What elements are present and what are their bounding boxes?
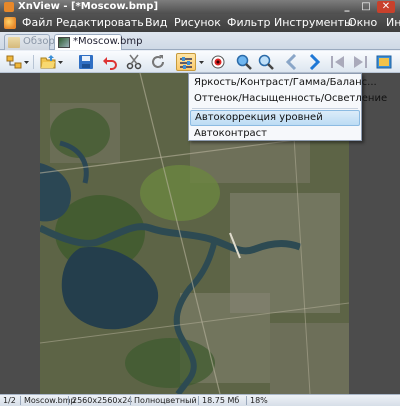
- workflow-icon[interactable]: [6, 54, 22, 70]
- open-folder-icon[interactable]: [40, 54, 56, 70]
- menu-info[interactable]: Инфо: [386, 16, 400, 29]
- minimize-button[interactable]: _: [338, 1, 356, 13]
- chevron-down-icon[interactable]: [58, 60, 63, 65]
- menu-edit[interactable]: Редактировать: [56, 16, 144, 29]
- toolbar: [0, 51, 400, 73]
- status-bar: 1/2 Moscow.bmp 2560x2560x24 Полноцветный…: [0, 394, 400, 406]
- status-divider: [130, 396, 131, 405]
- chevron-down-icon[interactable]: [199, 60, 204, 65]
- tab-image[interactable]: *Moscow.bmp: [54, 34, 142, 50]
- app-logo-icon: [4, 2, 14, 12]
- status-mode: Полноцветный: [134, 396, 197, 405]
- title-bar: XnView - [*Moscow.bmp] _ □ ✕: [0, 0, 400, 14]
- prev-icon[interactable]: [284, 54, 300, 70]
- status-divider: [20, 396, 21, 405]
- tab-bar: Обзор *Moscow.bmp: [0, 32, 400, 50]
- menu-bar: Файл Редактировать Вид Рисунок Фильтр Ин…: [0, 14, 400, 32]
- tab-browser-label: Обзор: [23, 36, 55, 47]
- adjust-icon[interactable]: [176, 53, 196, 71]
- refresh-icon[interactable]: [150, 54, 166, 70]
- menu-image[interactable]: Рисунок: [174, 16, 221, 29]
- first-icon[interactable]: [330, 54, 346, 70]
- menu-tools[interactable]: Инструменты: [274, 16, 353, 29]
- close-button[interactable]: ✕: [377, 1, 395, 13]
- folder-icon: [8, 37, 20, 48]
- toolbar-separator: [33, 55, 34, 69]
- zoom-out-icon[interactable]: [258, 54, 274, 70]
- status-size: 18.75 Мб: [202, 396, 240, 405]
- status-dimensions: 2560x2560x24: [72, 396, 133, 405]
- redeye-icon[interactable]: [210, 54, 226, 70]
- zoom-in-icon[interactable]: [236, 54, 252, 70]
- menu-item-hue-saturation[interactable]: Оттенок/Насыщенность/Осветление: [190, 91, 387, 107]
- app-menu-icon[interactable]: [4, 17, 16, 29]
- adjust-dropdown-menu: Яркость/Контраст/Гамма/Баланс... Оттенок…: [188, 73, 387, 142]
- status-zoom: 18%: [250, 396, 268, 405]
- app-window: XnView - [*Moscow.bmp] _ □ ✕ Файл Редакт…: [0, 0, 400, 406]
- menu-item-brightness-contrast[interactable]: Яркость/Контраст/Гамма/Баланс...: [190, 75, 377, 91]
- menu-file[interactable]: Файл: [22, 16, 52, 29]
- slideshow-icon[interactable]: [376, 54, 392, 70]
- maximize-button[interactable]: □: [357, 1, 375, 13]
- menu-filter[interactable]: Фильтр: [227, 16, 271, 29]
- cut-icon[interactable]: [126, 54, 142, 70]
- tab-browser[interactable]: Обзор: [4, 34, 55, 50]
- tab-image-label: *Moscow.bmp: [73, 36, 143, 47]
- window-title: XnView - [*Moscow.bmp]: [18, 1, 159, 12]
- status-page: 1/2: [3, 396, 16, 405]
- chevron-down-icon[interactable]: [24, 60, 29, 65]
- status-divider: [198, 396, 199, 405]
- last-icon[interactable]: [352, 54, 368, 70]
- image-icon: [58, 37, 70, 48]
- menu-separator: [192, 108, 358, 109]
- save-icon[interactable]: [78, 54, 94, 70]
- next-icon[interactable]: [306, 54, 322, 70]
- menu-item-auto-levels[interactable]: Автокоррекция уровней: [190, 110, 360, 126]
- menu-window[interactable]: Окно: [348, 16, 377, 29]
- menu-view[interactable]: Вид: [145, 16, 167, 29]
- status-divider: [68, 396, 69, 405]
- status-divider: [246, 396, 247, 405]
- menu-item-auto-contrast[interactable]: Автоконтраст: [190, 126, 360, 142]
- undo-icon[interactable]: [102, 54, 118, 70]
